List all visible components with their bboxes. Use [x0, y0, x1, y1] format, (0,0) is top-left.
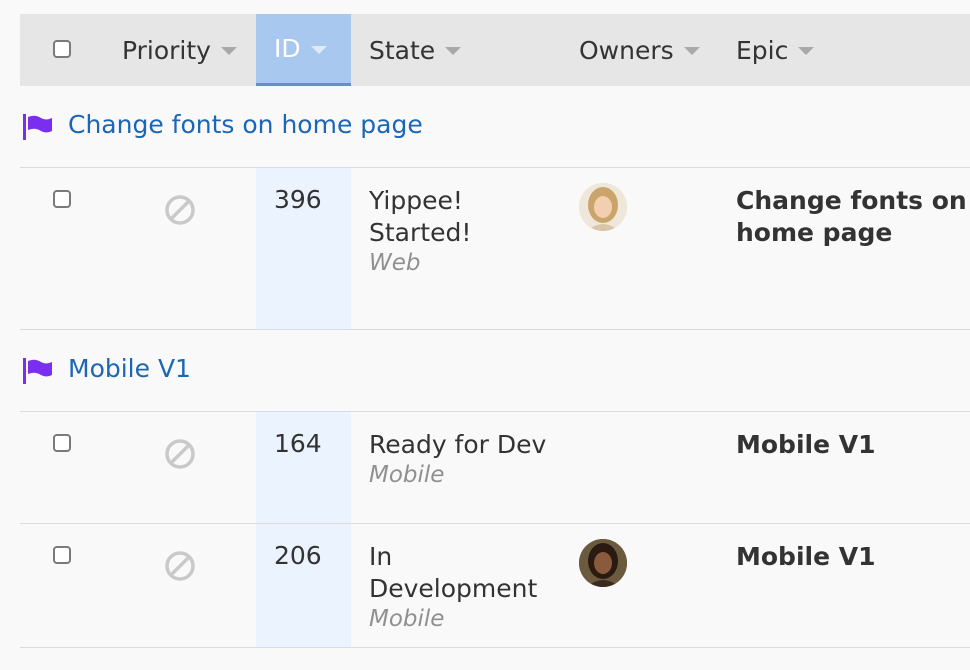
row-checkbox[interactable]: [53, 190, 71, 208]
project-label: Web: [369, 250, 421, 276]
sort-caret-icon: [798, 47, 815, 55]
no-priority-icon[interactable]: [164, 550, 196, 582]
epic-label: Mobile V1: [736, 542, 876, 571]
column-header-state-label: State: [369, 35, 436, 65]
column-header-owners[interactable]: Owners: [579, 14, 700, 86]
no-priority-icon[interactable]: [164, 438, 196, 470]
avatar-woman-blonde-icon: [579, 183, 627, 231]
story-state[interactable]: Yippee! Started! Web: [369, 185, 471, 277]
row-checkbox[interactable]: [53, 546, 71, 564]
table-row[interactable]: 396 Yippee! Started! Web Change fonts on…: [20, 168, 970, 330]
owner-avatar[interactable]: [579, 183, 627, 231]
column-header-priority[interactable]: Priority: [122, 14, 237, 86]
story-id[interactable]: 396: [274, 185, 322, 214]
column-header-epic[interactable]: Epic: [736, 14, 815, 86]
story-epic[interactable]: Change fonts on home page: [736, 185, 967, 249]
column-header-epic-label: Epic: [736, 35, 789, 65]
state-label: Ready for Dev: [369, 430, 547, 459]
epic-flag-icon: [23, 358, 52, 384]
story-epic[interactable]: Mobile V1: [736, 541, 876, 573]
table-header: Priority ID State Owners Epic: [20, 14, 970, 86]
project-label: Mobile: [369, 606, 445, 632]
state-label: Yippee!: [369, 186, 463, 215]
epic-label: home page: [736, 218, 893, 247]
story-epic[interactable]: Mobile V1: [736, 429, 876, 461]
story-id[interactable]: 206: [274, 541, 322, 570]
epic-flag-icon: [23, 114, 52, 140]
epic-group-title[interactable]: Mobile V1: [68, 354, 191, 383]
column-header-id[interactable]: ID: [256, 14, 351, 86]
project-label: Mobile: [369, 462, 445, 488]
epic-label: Change fonts on: [736, 186, 967, 215]
story-state[interactable]: Ready for Dev Mobile: [369, 429, 546, 489]
column-header-id-label: ID: [274, 34, 301, 63]
sort-caret-icon: [683, 47, 700, 55]
table-row[interactable]: 206 In Development Mobile Mobile V1: [20, 524, 970, 648]
table-row[interactable]: 164 Ready for Dev Mobile Mobile V1: [20, 412, 970, 524]
story-id[interactable]: 164: [274, 429, 322, 458]
column-header-state[interactable]: State: [369, 14, 462, 86]
column-header-owners-label: Owners: [579, 35, 674, 65]
sort-caret-icon: [220, 47, 237, 55]
sort-caret-icon: [310, 45, 327, 54]
avatar-woman-dark-hair-icon: [579, 539, 627, 587]
row-checkbox[interactable]: [53, 434, 71, 452]
state-label: Started!: [369, 218, 472, 247]
select-all-checkbox[interactable]: [53, 40, 71, 58]
state-label: In: [369, 542, 393, 571]
epic-group-title[interactable]: Change fonts on home page: [68, 110, 423, 139]
column-header-priority-label: Priority: [122, 35, 211, 65]
epic-label: Mobile V1: [736, 430, 876, 459]
sort-caret-icon: [445, 47, 462, 55]
epic-group-header: Mobile V1: [20, 330, 970, 412]
state-label: Development: [369, 574, 538, 603]
story-state[interactable]: In Development Mobile: [369, 541, 537, 633]
epic-group-header: Change fonts on home page: [20, 86, 970, 168]
stories-table: Priority ID State Owners Epic Change fon…: [20, 14, 970, 648]
no-priority-icon[interactable]: [164, 194, 196, 226]
owner-avatar[interactable]: [579, 539, 627, 587]
